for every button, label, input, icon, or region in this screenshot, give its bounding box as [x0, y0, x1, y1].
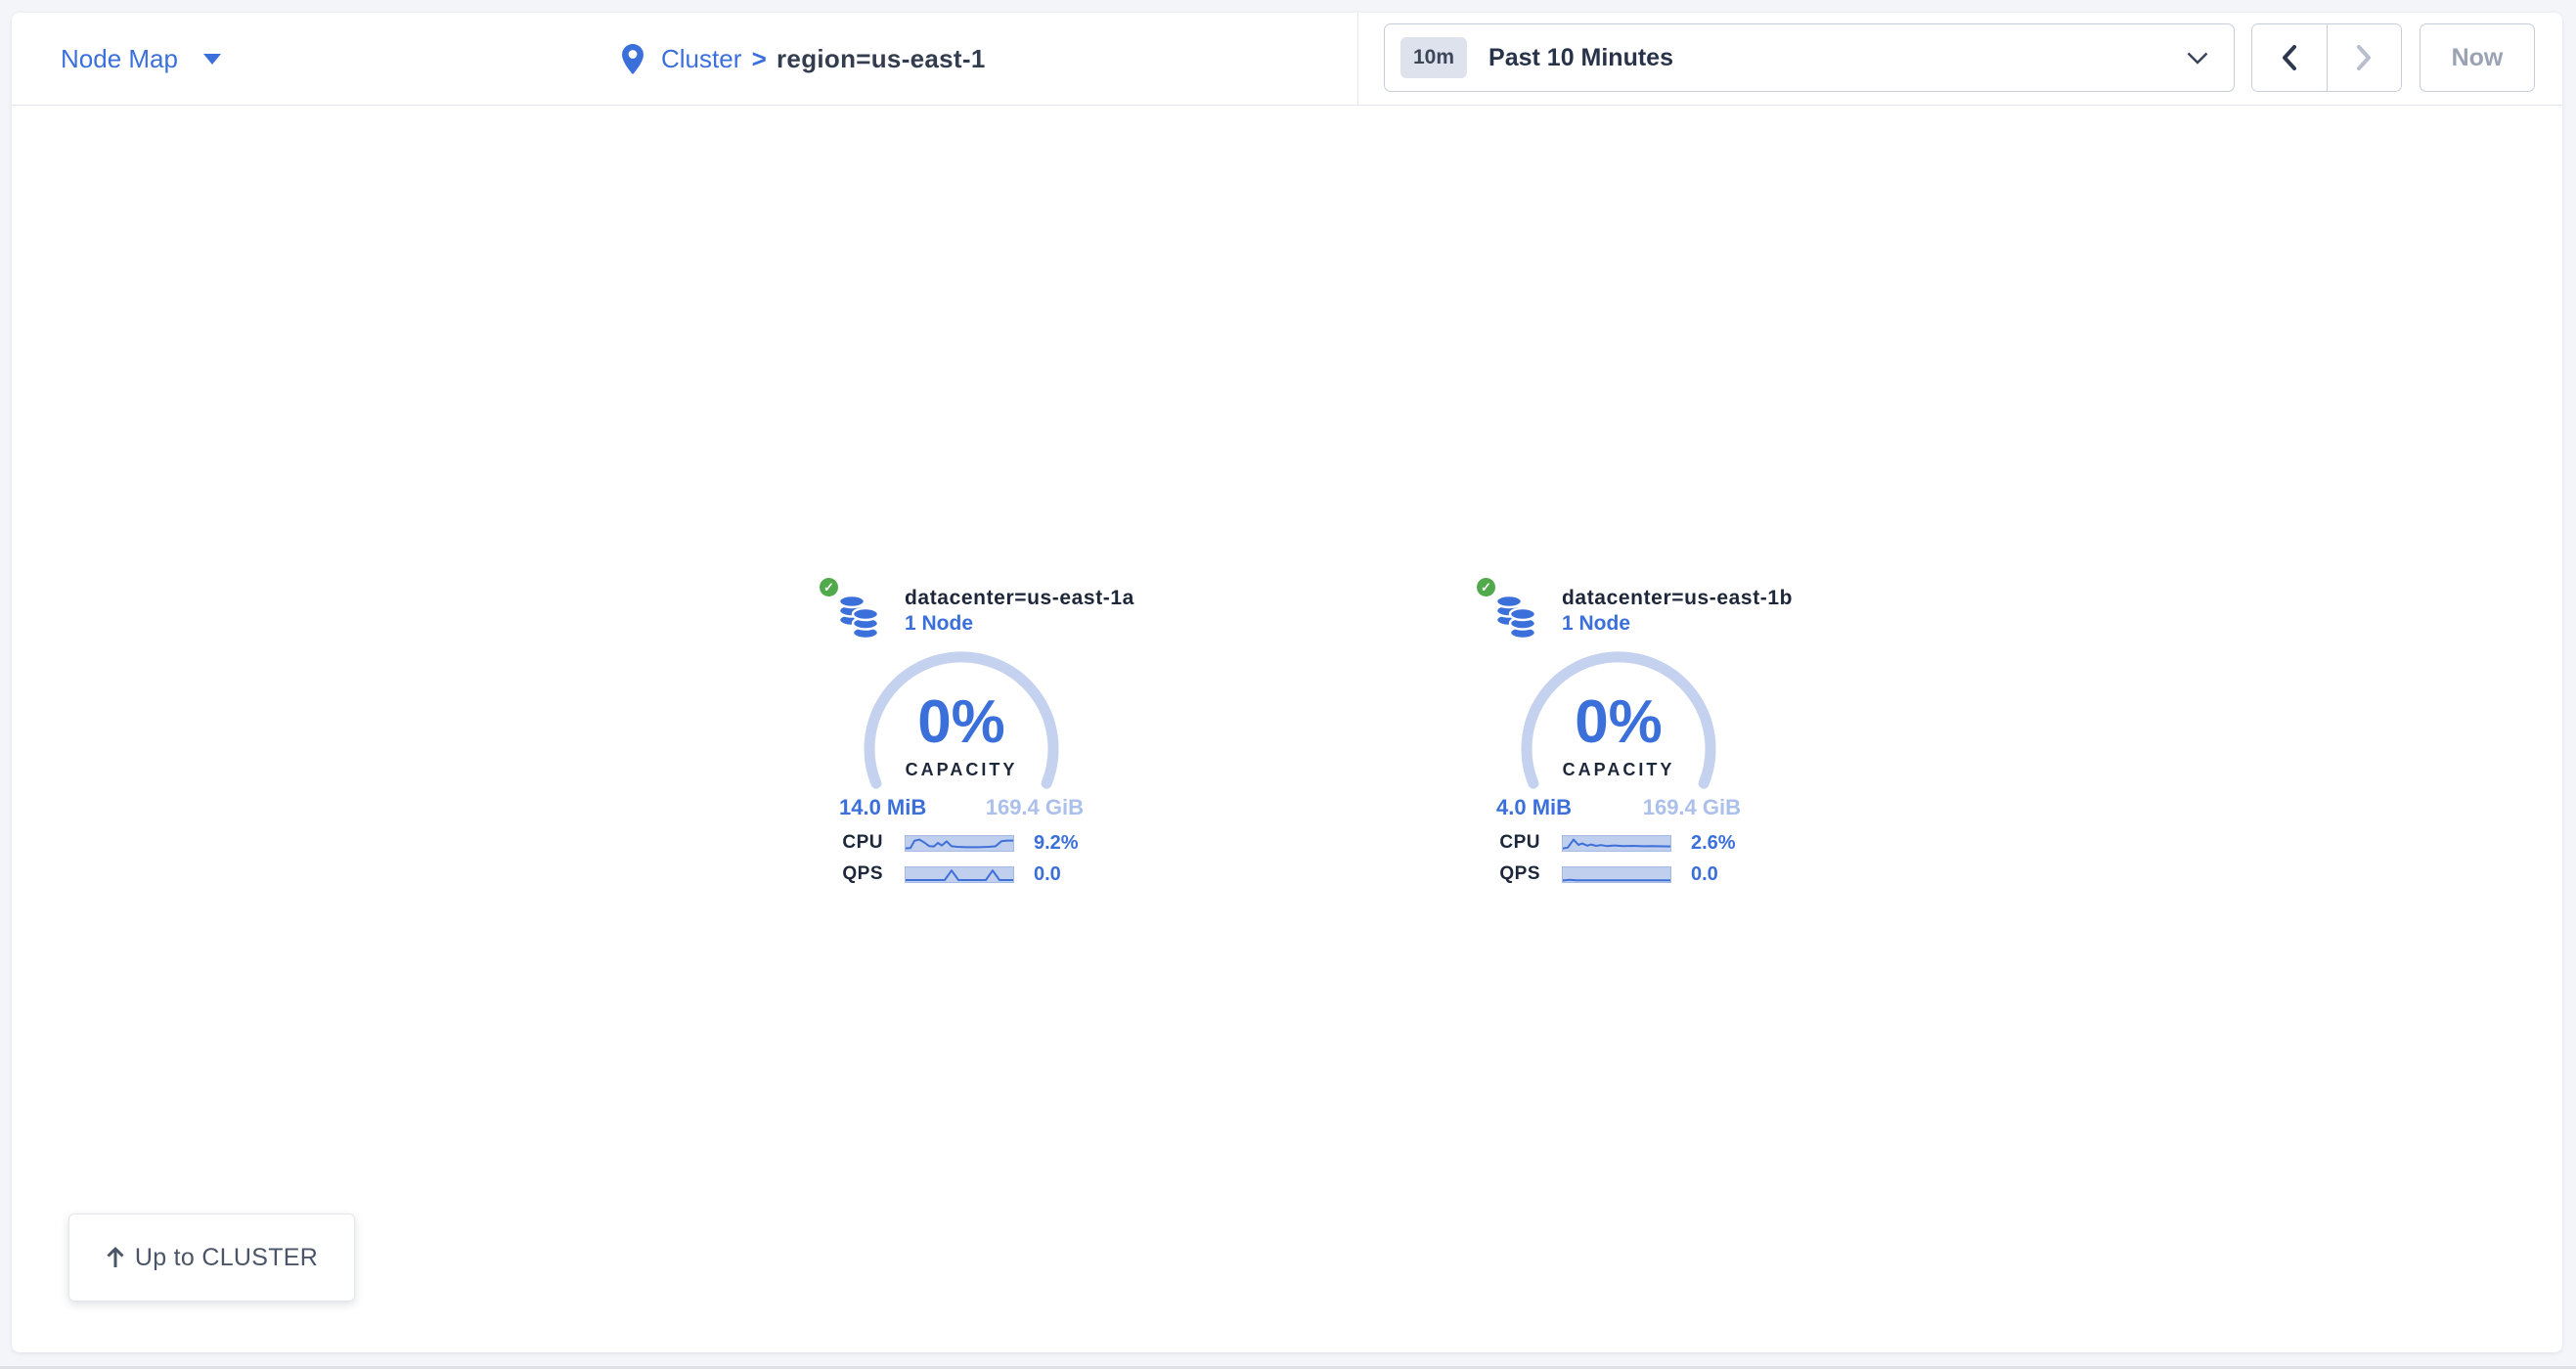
caret-down-icon: [203, 54, 221, 65]
locality-card[interactable]: ✓ datacenter=us-east-1b 1 Node 0% CAPACI…: [1472, 578, 1765, 901]
up-to-cluster-button[interactable]: Up to CLUSTER: [68, 1214, 355, 1302]
location-pin-icon: [622, 44, 644, 74]
capacity-label: CAPACITY: [815, 760, 1108, 780]
locality-title: datacenter=us-east-1a: [905, 586, 1134, 611]
capacity-percent: 0%: [815, 692, 1108, 753]
qps-sparkline: [905, 866, 1014, 883]
view-selector-dropdown[interactable]: Node Map: [61, 13, 221, 105]
now-button[interactable]: Now: [2420, 23, 2535, 92]
locality-card[interactable]: ✓ datacenter=us-east-1a 1 Node 0% CAPACI…: [815, 578, 1108, 901]
time-window-nav: [2251, 23, 2402, 92]
breadcrumb: Cluster > region=us-east-1: [622, 13, 986, 105]
topbar-divider: [1357, 13, 1358, 105]
metric-value: 0.0: [1691, 863, 1759, 886]
metric-row: CPU 2.6%: [1472, 830, 1765, 856]
metric-label: QPS: [1478, 863, 1540, 885]
time-window-badge: 10m: [1400, 37, 1467, 78]
locality-node-count: 1 Node: [1562, 611, 1793, 637]
app-card: Node Map Cluster > region=us-east-1 10m …: [12, 13, 2562, 1352]
chevron-right-icon: [2356, 45, 2372, 70]
time-window-selector[interactable]: 10m Past 10 Minutes: [1384, 23, 2235, 92]
breadcrumb-current-locality: region=us-east-1: [777, 44, 986, 73]
capacity-values-row: 4.0 MiB 169.4 GiB: [1496, 795, 1741, 820]
check-glyph: ✓: [1481, 581, 1491, 594]
qps-sparkline: [1562, 866, 1671, 883]
breadcrumb-cluster-link[interactable]: Cluster: [661, 44, 741, 73]
top-bar: Node Map Cluster > region=us-east-1 10m …: [12, 13, 2562, 106]
metric-label: CPU: [821, 832, 883, 854]
capacity-used: 14.0 MiB: [839, 795, 926, 820]
locality-titles: datacenter=us-east-1b 1 Node: [1562, 586, 1793, 637]
capacity-total: 169.4 GiB: [986, 795, 1084, 820]
next-window-button[interactable]: [2327, 24, 2402, 91]
prev-window-button[interactable]: [2252, 24, 2327, 91]
locality-titles: datacenter=us-east-1a 1 Node: [905, 586, 1134, 637]
metric-row: QPS 0.0: [1472, 861, 1765, 887]
locality-node-count: 1 Node: [905, 611, 1134, 637]
view-selector-label: Node Map: [61, 44, 178, 74]
check-glyph: ✓: [823, 581, 834, 594]
arrow-up-icon: [106, 1246, 125, 1269]
capacity-values-row: 14.0 MiB 169.4 GiB: [839, 795, 1084, 820]
cpu-sparkline: [905, 835, 1014, 852]
capacity-total: 169.4 GiB: [1643, 795, 1741, 820]
capacity-used: 4.0 MiB: [1496, 795, 1572, 820]
cpu-sparkline: [1562, 835, 1671, 852]
node-map-page: Node Map Cluster > region=us-east-1 10m …: [0, 0, 2576, 1369]
datacenter-icon: [1494, 594, 1537, 644]
breadcrumb-separator: >: [752, 44, 767, 73]
chevron-left-icon: [2282, 45, 2297, 70]
healthy-check-icon: ✓: [820, 578, 838, 596]
chevron-down-icon: [2187, 52, 2208, 65]
locality-title: datacenter=us-east-1b: [1562, 586, 1793, 611]
healthy-check-icon: ✓: [1477, 578, 1495, 596]
up-to-cluster-label: Up to CLUSTER: [135, 1244, 318, 1272]
metric-value: 0.0: [1034, 863, 1102, 886]
metric-label: CPU: [1478, 832, 1540, 854]
metric-label: QPS: [821, 863, 883, 885]
node-map-canvas: Up to CLUSTER ✓ datacenter=us-east-1a 1 …: [12, 106, 2562, 1353]
metric-row: QPS 0.0: [815, 861, 1108, 887]
time-window-label: Past 10 Minutes: [1488, 44, 1673, 72]
metric-value: 2.6%: [1691, 832, 1759, 855]
datacenter-icon: [837, 594, 880, 644]
metric-row: CPU 9.2%: [815, 830, 1108, 856]
capacity-label: CAPACITY: [1472, 760, 1765, 780]
capacity-percent: 0%: [1472, 692, 1765, 753]
metric-value: 9.2%: [1034, 832, 1102, 855]
